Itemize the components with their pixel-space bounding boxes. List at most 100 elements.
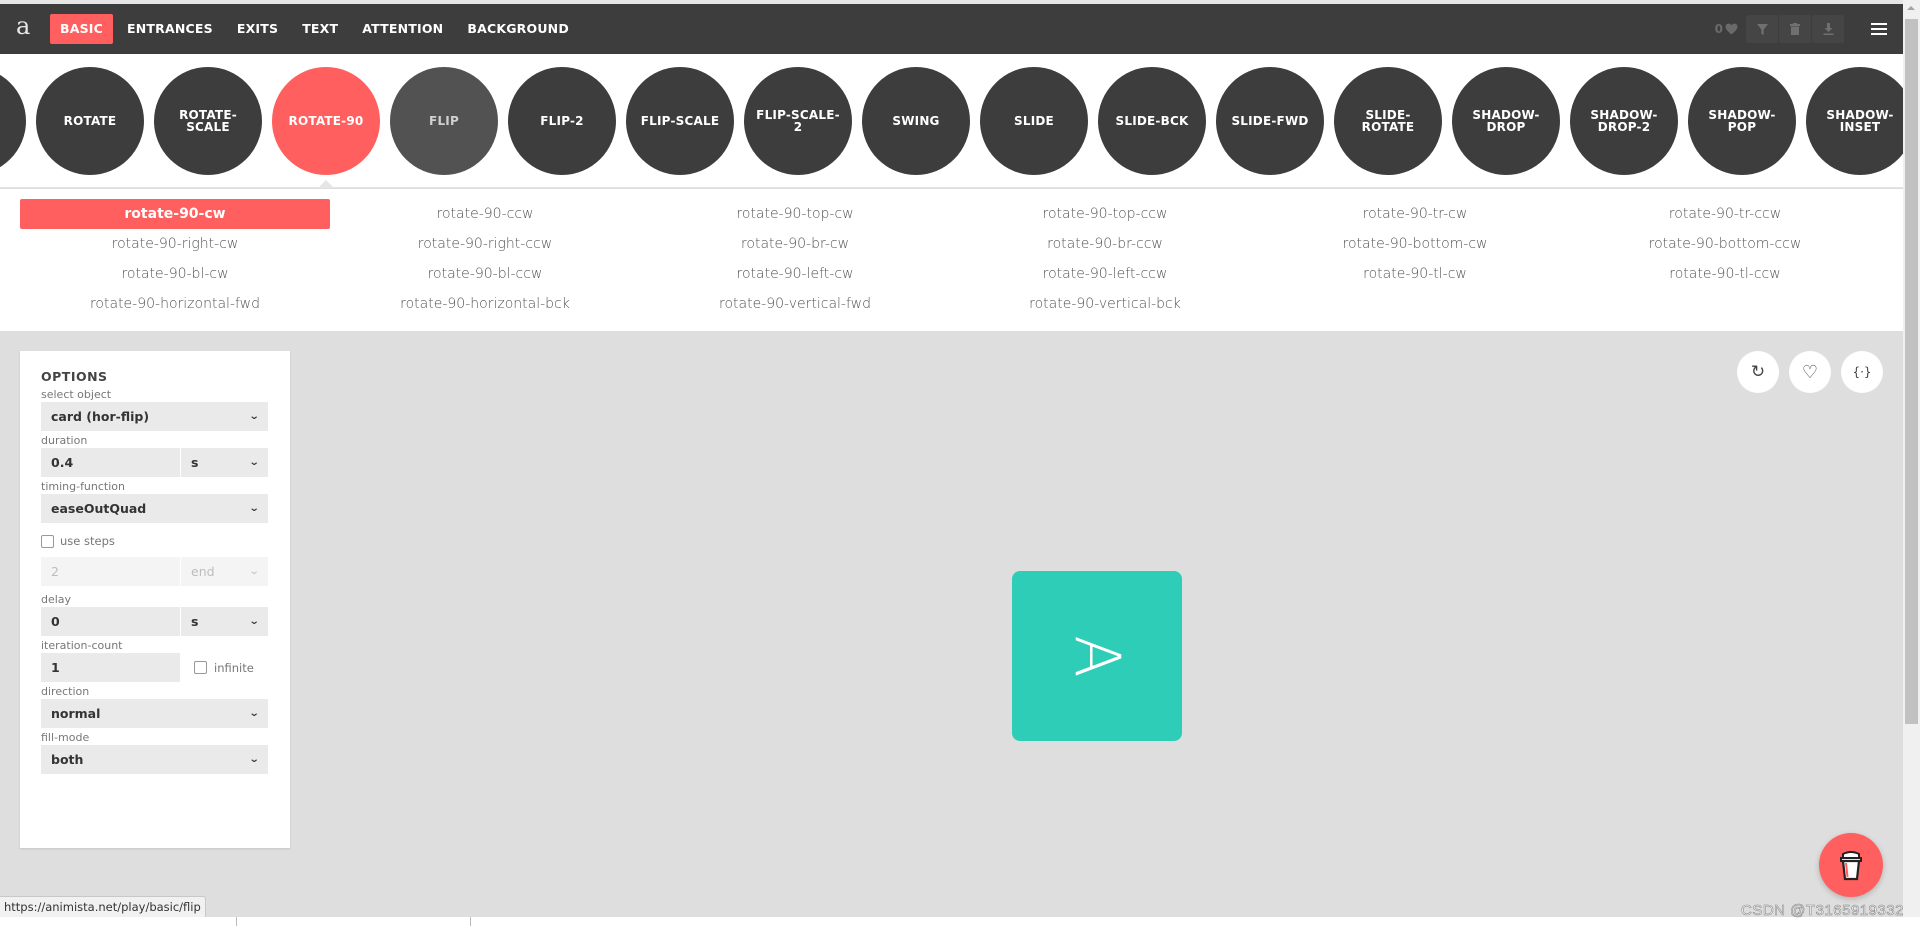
animation-flip-scale-2[interactable]: FLIP-SCALE-2 bbox=[744, 67, 852, 175]
iteration-count-label: iteration-count bbox=[41, 639, 123, 652]
filter-button[interactable] bbox=[1746, 15, 1778, 43]
bottom-bar bbox=[0, 917, 1920, 926]
variant-rotate-90-right-cw[interactable]: rotate-90-right-cw bbox=[20, 229, 330, 259]
duration-unit-dropdown[interactable]: s ⌄ bbox=[181, 448, 268, 477]
favorite-button[interactable]: ♡ bbox=[1789, 351, 1831, 393]
menu-button[interactable] bbox=[1855, 4, 1903, 54]
direction-dropdown[interactable]: normal ⌄ bbox=[41, 699, 268, 728]
animation-shadow-pop[interactable]: SHADOW-POP bbox=[1688, 67, 1796, 175]
animation-shadow-drop[interactable]: SHADOW-DROP bbox=[1452, 67, 1560, 175]
steps-value: 2 bbox=[51, 564, 59, 579]
duration-input[interactable]: 0.4 bbox=[41, 448, 180, 477]
iteration-count-input[interactable]: 1 bbox=[41, 653, 180, 682]
divider bbox=[236, 917, 237, 926]
animation-label: ROTATE-90 bbox=[288, 114, 364, 128]
fill-mode-label: fill-mode bbox=[41, 731, 90, 744]
variant-rotate-90-bottom-cw[interactable]: rotate-90-bottom-cw bbox=[1260, 229, 1570, 259]
animation-label: ROTATE-SCALE bbox=[179, 108, 237, 134]
variant-rotate-90-horizontal-fwd[interactable]: rotate-90-horizontal-fwd bbox=[20, 289, 330, 319]
timing-function-dropdown[interactable]: easeOutQuad ⌄ bbox=[41, 494, 268, 523]
animation-label: FLIP bbox=[429, 114, 459, 128]
animation-flip[interactable]: FLIP bbox=[390, 67, 498, 175]
heart-icon: ♡ bbox=[1801, 361, 1819, 383]
use-steps-checkbox[interactable] bbox=[41, 534, 54, 548]
buy-me-coffee-button[interactable] bbox=[1819, 833, 1883, 897]
animation-flip-scale[interactable]: FLIP-SCALE bbox=[626, 67, 734, 175]
divider bbox=[470, 917, 471, 926]
variant-rotate-90-right-ccw[interactable]: rotate-90-right-ccw bbox=[330, 229, 640, 259]
menu-icon bbox=[1871, 28, 1887, 30]
chevron-down-icon: ⌄ bbox=[248, 411, 260, 422]
animation-rotate-90[interactable]: ROTATE-90 bbox=[272, 67, 380, 175]
options-panel: OPTIONS select object card (hor-flip) ⌄ … bbox=[20, 351, 290, 848]
scroll-up-arrow-icon[interactable] bbox=[1907, 6, 1915, 10]
variant-rotate-90-horizontal-bck[interactable]: rotate-90-horizontal-bck bbox=[330, 289, 640, 319]
status-bar-url: https://animista.net/play/basic/flip bbox=[0, 896, 206, 917]
fill-mode-dropdown[interactable]: both ⌄ bbox=[41, 745, 268, 774]
chevron-down-icon: ⌄ bbox=[248, 708, 260, 719]
chevron-down-icon: ⌄ bbox=[248, 503, 260, 514]
steps-input[interactable]: 2 bbox=[41, 557, 180, 586]
variant-rotate-90-bottom-ccw[interactable]: rotate-90-bottom-ccw bbox=[1570, 229, 1880, 259]
variant-rotate-90-tr-cw[interactable]: rotate-90-tr-cw bbox=[1260, 199, 1570, 229]
chevron-down-icon: ⌄ bbox=[248, 457, 260, 468]
animation-flip-2[interactable]: FLIP-2 bbox=[508, 67, 616, 175]
download-button[interactable] bbox=[1812, 15, 1844, 43]
variant-rotate-90-left-ccw[interactable]: rotate-90-left-ccw bbox=[950, 259, 1260, 289]
variant-rotate-90-tr-ccw[interactable]: rotate-90-tr-ccw bbox=[1570, 199, 1880, 229]
variant-rotate-90-bl-cw[interactable]: rotate-90-bl-cw bbox=[20, 259, 330, 289]
animation-slide-bck[interactable]: SLIDE-BCK bbox=[1098, 67, 1206, 175]
use-steps-label: use steps bbox=[60, 534, 115, 548]
variant-rotate-90-bl-ccw[interactable]: rotate-90-bl-ccw bbox=[330, 259, 640, 289]
chevron-down-icon: ⌄ bbox=[248, 754, 260, 765]
variant-rotate-90-tl-ccw[interactable]: rotate-90-tl-ccw bbox=[1570, 259, 1880, 289]
variant-rotate-90-tl-cw[interactable]: rotate-90-tl-cw bbox=[1260, 259, 1570, 289]
generate-code-button[interactable]: {·} bbox=[1841, 351, 1883, 393]
variant-rotate-90-top-cw[interactable]: rotate-90-top-cw bbox=[640, 199, 950, 229]
animation-rotate-scale[interactable]: ROTATE-SCALE bbox=[154, 67, 262, 175]
download-icon bbox=[1823, 23, 1833, 35]
active-animation-pointer bbox=[318, 180, 334, 188]
animation-label: SWING bbox=[892, 114, 940, 128]
animation-swing[interactable]: SWING bbox=[862, 67, 970, 175]
variant-rotate-90-vertical-fwd[interactable]: rotate-90-vertical-fwd bbox=[640, 289, 950, 319]
tab-attention[interactable]: ATTENTION bbox=[352, 14, 453, 44]
variant-rotate-90-top-ccw[interactable]: rotate-90-top-ccw bbox=[950, 199, 1260, 229]
variant-rotate-90-left-cw[interactable]: rotate-90-left-cw bbox=[640, 259, 950, 289]
tab-basic[interactable]: BASIC bbox=[50, 14, 114, 44]
infinite-checkbox[interactable] bbox=[194, 661, 207, 674]
animation-wn[interactable]: WN bbox=[0, 67, 26, 175]
favorites-counter[interactable]: 0 bbox=[1715, 22, 1738, 36]
watermark: CSDN @T3165919332 bbox=[1741, 902, 1904, 920]
variant-rotate-90-br-ccw[interactable]: rotate-90-br-ccw bbox=[950, 229, 1260, 259]
delay-unit-dropdown[interactable]: s ⌄ bbox=[181, 607, 268, 636]
animation-shadow-inset[interactable]: SHADOW-INSET bbox=[1806, 67, 1903, 175]
animation-label: FLIP-SCALE-2 bbox=[756, 108, 840, 134]
card-letter: A bbox=[1060, 634, 1134, 678]
steps-position-dropdown[interactable]: end ⌄ bbox=[181, 557, 268, 586]
direction-value: normal bbox=[51, 706, 101, 721]
animation-shadow-drop-2[interactable]: SHADOW-DROP-2 bbox=[1570, 67, 1678, 175]
variant-rotate-90-cw[interactable]: rotate-90-cw bbox=[20, 199, 330, 229]
clear-favorites-button[interactable] bbox=[1779, 15, 1811, 43]
animation-slide[interactable]: SLIDE bbox=[980, 67, 1088, 175]
scroll-thumb[interactable] bbox=[1905, 19, 1918, 724]
variant-rotate-90-vertical-bck[interactable]: rotate-90-vertical-bck bbox=[950, 289, 1260, 319]
tab-exits[interactable]: EXITS bbox=[227, 14, 288, 44]
variant-rotate-90-ccw[interactable]: rotate-90-ccw bbox=[330, 199, 640, 229]
animation-rotate[interactable]: ROTATE bbox=[36, 67, 144, 175]
select-object-dropdown[interactable]: card (hor-flip) ⌄ bbox=[41, 402, 268, 431]
replay-button[interactable]: ↻ bbox=[1737, 351, 1779, 393]
tab-text[interactable]: TEXT bbox=[292, 14, 348, 44]
logo[interactable]: a bbox=[16, 12, 30, 40]
animation-label: FLIP-2 bbox=[540, 114, 584, 128]
vertical-scrollbar[interactable] bbox=[1903, 0, 1920, 917]
tab-entrances[interactable]: ENTRANCES bbox=[117, 14, 223, 44]
variant-rotate-90-br-cw[interactable]: rotate-90-br-cw bbox=[640, 229, 950, 259]
animation-slide-rotate[interactable]: SLIDE-ROTATE bbox=[1334, 67, 1442, 175]
delay-input[interactable]: 0 bbox=[41, 607, 180, 636]
animation-slide-fwd[interactable]: SLIDE-FWD bbox=[1216, 67, 1324, 175]
trash-icon bbox=[1790, 23, 1800, 35]
use-steps-row: use steps bbox=[41, 529, 268, 553]
tab-background[interactable]: BACKGROUND bbox=[457, 14, 579, 44]
